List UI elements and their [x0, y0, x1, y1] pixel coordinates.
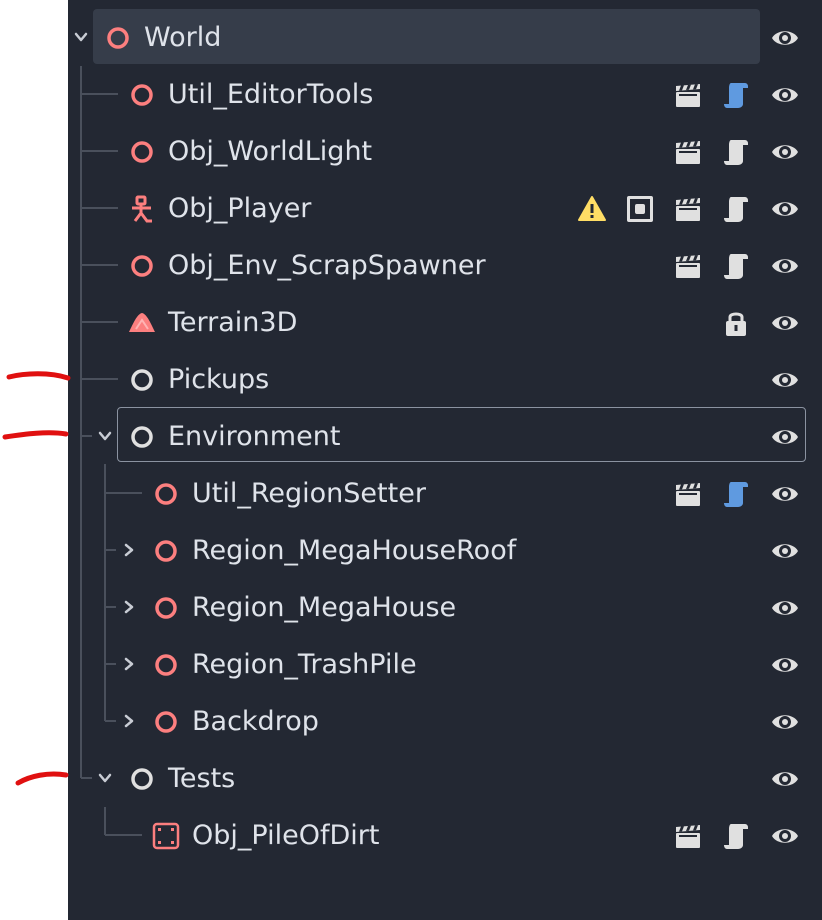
- eye-icon[interactable]: [770, 137, 800, 167]
- collapsed-arrow-right-icon[interactable]: [120, 655, 138, 677]
- node-name-label: Pickups: [168, 364, 270, 395]
- node-circle-icon: [127, 365, 157, 395]
- script-gray-icon[interactable]: [721, 194, 751, 224]
- clapperboard-icon[interactable]: [673, 137, 703, 167]
- tree-row-obj-env-scrapspawner[interactable]: Obj_Env_ScrapSpawner: [0, 237, 822, 294]
- clapperboard-icon[interactable]: [673, 479, 703, 509]
- tree-row-region-megahouse[interactable]: Region_MegaHouse: [0, 579, 822, 636]
- node-name-label: Environment: [168, 421, 341, 452]
- script-gray-icon[interactable]: [721, 251, 751, 281]
- tree-row-region-megahouseroof[interactable]: Region_MegaHouseRoof: [0, 522, 822, 579]
- node-name-label: Region_MegaHouseRoof: [192, 535, 517, 566]
- node-name-label: Util_RegionSetter: [192, 478, 426, 509]
- eye-icon[interactable]: [770, 536, 800, 566]
- node-circle-icon: [127, 422, 157, 452]
- node3d-circle-icon: [151, 593, 181, 623]
- node3d-circle-icon: [151, 707, 181, 737]
- node3d-circle-icon: [151, 650, 181, 680]
- eye-icon[interactable]: [770, 821, 800, 851]
- tree-row-backdrop[interactable]: Backdrop: [0, 693, 822, 750]
- tree-row-terrain3d[interactable]: Terrain3D: [0, 294, 822, 351]
- clapperboard-icon[interactable]: [673, 821, 703, 851]
- node3d-circle-icon: [127, 137, 157, 167]
- tree-row-region-trashpile[interactable]: Region_TrashPile: [0, 636, 822, 693]
- collapsed-arrow-right-icon[interactable]: [120, 541, 138, 563]
- node-name-label: World: [144, 22, 222, 53]
- node-name-label: Region_MegaHouse: [192, 592, 457, 623]
- tree-row-tests[interactable]: Tests: [0, 750, 822, 807]
- tree-row-obj-pileofdirt[interactable]: Obj_PileOfDirt: [0, 807, 822, 864]
- node3d-circle-icon: [151, 536, 181, 566]
- tree-row-environment[interactable]: Environment: [0, 408, 822, 465]
- eye-icon[interactable]: [770, 650, 800, 680]
- character-body-icon: [127, 194, 157, 224]
- eye-icon[interactable]: [770, 308, 800, 338]
- script-blue-icon[interactable]: [721, 80, 751, 110]
- eye-icon[interactable]: [770, 422, 800, 452]
- tree-row-obj-player[interactable]: Obj_Player: [0, 180, 822, 237]
- node3d-circle-icon: [127, 80, 157, 110]
- clapperboard-icon[interactable]: [673, 194, 703, 224]
- tree-row-util-regionsetter[interactable]: Util_RegionSetter: [0, 465, 822, 522]
- node-name-label: Util_EditorTools: [168, 79, 374, 110]
- node-name-label: Tests: [168, 763, 236, 794]
- eye-icon[interactable]: [770, 80, 800, 110]
- script-blue-icon[interactable]: [721, 479, 751, 509]
- tree-row-util-editortools[interactable]: Util_EditorTools: [0, 66, 822, 123]
- lock-icon[interactable]: [721, 308, 751, 338]
- eye-icon[interactable]: [770, 194, 800, 224]
- node-name-label: Backdrop: [192, 706, 319, 737]
- clapperboard-icon[interactable]: [673, 251, 703, 281]
- bounding-box-icon: [151, 821, 181, 851]
- node-circle-icon: [127, 764, 157, 794]
- node3d-circle-icon: [127, 251, 157, 281]
- expand-arrow-down-icon[interactable]: [96, 427, 114, 449]
- node3d-circle-icon: [151, 479, 181, 509]
- eye-icon[interactable]: [770, 23, 800, 53]
- expand-arrow-down-icon[interactable]: [72, 28, 90, 50]
- script-gray-icon[interactable]: [721, 821, 751, 851]
- eye-icon[interactable]: [770, 479, 800, 509]
- expand-arrow-down-icon[interactable]: [96, 769, 114, 791]
- node-name-label: Obj_WorldLight: [168, 136, 373, 167]
- node-name-label: Region_TrashPile: [192, 649, 417, 680]
- eye-icon[interactable]: [770, 365, 800, 395]
- tree-row-pickups[interactable]: Pickups: [0, 351, 822, 408]
- signal-square-icon[interactable]: [625, 194, 655, 224]
- eye-icon[interactable]: [770, 707, 800, 737]
- node-name-label: Terrain3D: [168, 307, 298, 338]
- terrain-icon: [127, 308, 157, 338]
- node-name-label: Obj_Player: [168, 193, 312, 224]
- eye-icon[interactable]: [770, 764, 800, 794]
- node-name-label: Obj_Env_ScrapSpawner: [168, 250, 486, 281]
- node-name-label: Obj_PileOfDirt: [192, 820, 380, 851]
- node3d-circle-icon: [103, 23, 133, 53]
- scene-tree: World Util_EditorTools Obj_WorldLight Obj_P…: [0, 0, 822, 920]
- warning-icon[interactable]: [577, 194, 607, 224]
- tree-row-world[interactable]: World: [0, 9, 822, 66]
- eye-icon[interactable]: [770, 593, 800, 623]
- tree-row-obj-worldlight[interactable]: Obj_WorldLight: [0, 123, 822, 180]
- collapsed-arrow-right-icon[interactable]: [120, 712, 138, 734]
- clapperboard-icon[interactable]: [673, 80, 703, 110]
- eye-icon[interactable]: [770, 251, 800, 281]
- collapsed-arrow-right-icon[interactable]: [120, 598, 138, 620]
- script-gray-icon[interactable]: [721, 137, 751, 167]
